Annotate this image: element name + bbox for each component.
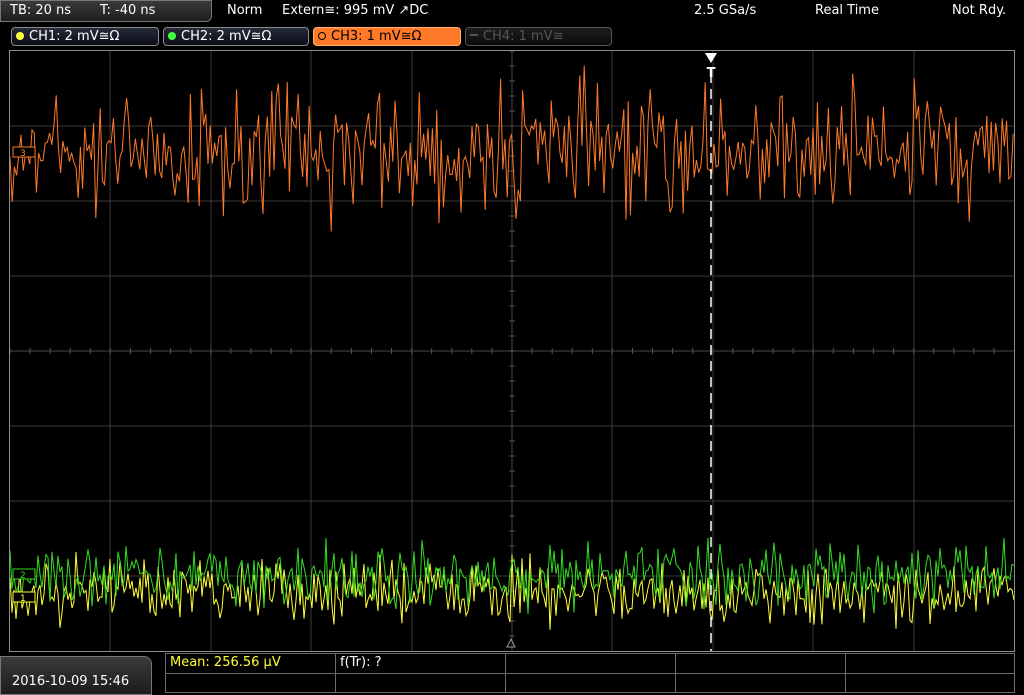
channel-3-label: CH3: 1 mV≅Ω <box>331 29 422 44</box>
channel-1-dot-icon <box>16 32 24 40</box>
channel-2-label: CH2: 2 mV≅Ω <box>181 29 272 44</box>
measurement-table[interactable] <box>165 653 1015 693</box>
trigger-frequency-measurement[interactable]: f(Tr): ? <box>340 655 382 670</box>
channel-1-marker-label: 1 <box>20 594 26 604</box>
channel-3-marker-label: 3 <box>20 149 26 159</box>
channel-3-button[interactable]: CH3: 1 mV≅Ω <box>313 27 461 46</box>
trigger-marker: T <box>707 66 716 81</box>
channel-2-marker-label: 2 <box>20 571 26 581</box>
channel-4-label: CH4: 1 mV≅ <box>483 29 564 44</box>
trigger-source-label[interactable]: Extern≅: 995 mV ↗DC <box>282 3 428 18</box>
trigger-time-label[interactable]: T: -40 ns <box>100 3 155 18</box>
waveform-canvas[interactable]: T 3 2 1 <box>10 51 1014 651</box>
sample-rate-label[interactable]: 2.5 GSa/s <box>694 3 756 18</box>
channel-2-button[interactable]: CH2: 2 mV≅Ω <box>163 27 309 46</box>
mean-measurement[interactable]: Mean: 256.56 µV <box>170 655 281 670</box>
status-bar: TB: 20 ns T: -40 ns Norm Extern≅: 995 mV… <box>0 0 1024 24</box>
channel-1-button[interactable]: CH1: 2 mV≅Ω <box>11 27 159 46</box>
timebase-label[interactable]: TB: 20 ns <box>10 3 71 18</box>
channel-4-off-icon <box>470 34 478 36</box>
trigger-arrow-icon[interactable] <box>705 53 717 63</box>
channel-3-dot-icon <box>318 32 326 40</box>
horizontal-position-marker-icon[interactable] <box>506 637 516 648</box>
channel-4-button[interactable]: CH4: 1 mV≅ <box>465 27 612 46</box>
channel-1-label: CH1: 2 mV≅Ω <box>29 29 120 44</box>
trigger-mode-label[interactable]: Norm <box>227 3 262 18</box>
datetime-label: 2016-10-09 15:46 <box>12 674 130 689</box>
trigger-status-label: Not Rdy. <box>952 3 1007 18</box>
acquisition-mode-label[interactable]: Real Time <box>815 3 879 18</box>
channel-2-dot-icon <box>168 32 176 40</box>
channel-bar: CH1: 2 mV≅Ω CH2: 2 mV≅Ω CH3: 1 mV≅Ω CH4:… <box>0 24 1024 49</box>
